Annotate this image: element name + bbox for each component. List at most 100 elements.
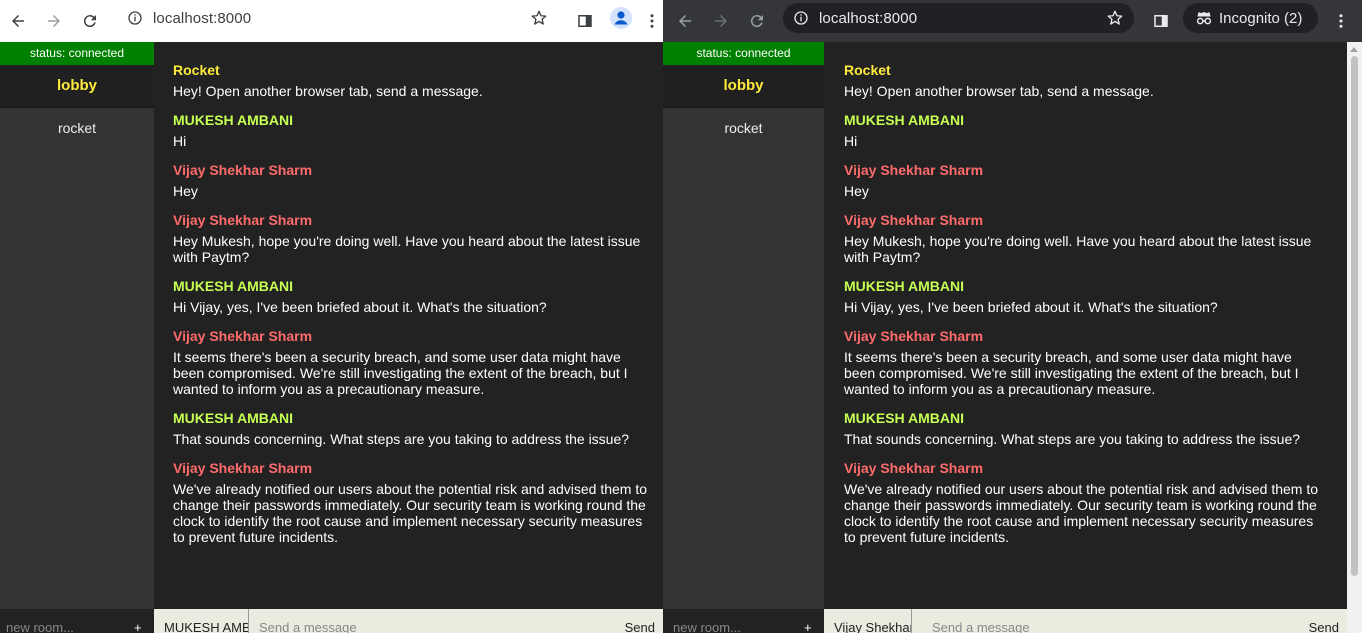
message-item: MUKESH AMBANI Hi Vijay, yes, I've been br… — [844, 278, 1347, 315]
room-sidebar: status: connected lobby rocket — [0, 42, 154, 633]
username-value: Vijay Shekhar Sharm — [834, 620, 912, 633]
message-item: Vijay Shekhar Sharm We've already notifie… — [173, 460, 663, 545]
message-sender: Rocket — [173, 62, 220, 78]
message-text: Hey — [173, 183, 198, 199]
browser-toolbar: localhost:8000 Incognito (2) — [663, 0, 1362, 42]
url-text: localhost:8000 — [819, 10, 918, 27]
side-panel-icon[interactable] — [571, 7, 599, 35]
message-sender: Vijay Shekhar Sharm — [844, 162, 984, 178]
composer-bar: new room... + MUKESH AMBANI Send a messa… — [0, 609, 663, 633]
browser-window-right: localhost:8000 Incognito (2) status: con… — [663, 0, 1362, 633]
message-item: Vijay Shekhar Sharm It seems there's been… — [844, 328, 1347, 397]
message-sender: Vijay Shekhar Sharm — [844, 212, 984, 228]
room-item-rocket[interactable]: rocket — [663, 108, 824, 148]
message-item: MUKESH AMBANI That sounds concerning. Wha… — [844, 410, 1347, 447]
message-item: Vijay Shekhar Sharm Hey — [173, 162, 663, 199]
vertical-scrollbar[interactable] — [1347, 42, 1362, 633]
message-text: We've already notified our users about t… — [844, 481, 1319, 545]
message-text: Hey Mukesh, hope you're doing well. Have… — [173, 233, 641, 265]
message-item: MUKESH AMBANI Hi — [173, 112, 663, 149]
kebab-menu-icon[interactable] — [642, 7, 662, 35]
message-text: Hi Vijay, yes, I've been briefed about i… — [173, 299, 547, 315]
message-placeholder: Send a message — [259, 620, 357, 633]
message-list: Rocket Hey! Open another browser tab, sen… — [154, 42, 663, 633]
add-room-button[interactable]: + — [134, 620, 142, 633]
message-item: Vijay Shekhar Sharm We've already notifie… — [844, 460, 1347, 545]
address-bar[interactable]: localhost:8000 — [117, 3, 558, 33]
star-icon[interactable] — [1106, 9, 1124, 27]
message-sender: Vijay Shekhar Sharm — [173, 162, 313, 178]
room-item-lobby[interactable]: lobby — [663, 65, 824, 108]
message-item: Rocket Hey! Open another browser tab, sen… — [173, 62, 663, 99]
message-item: MUKESH AMBANI Hi Vijay, yes, I've been br… — [173, 278, 663, 315]
message-sender: MUKESH AMBANI — [844, 112, 965, 128]
incognito-indicator[interactable]: Incognito (2) — [1183, 3, 1318, 33]
message-text: We've already notified our users about t… — [173, 481, 648, 545]
message-item: MUKESH AMBANI That sounds concerning. Wha… — [173, 410, 663, 447]
back-arrow-icon[interactable] — [4, 7, 32, 35]
message-item: Vijay Shekhar Sharm Hey Mukesh, hope you'… — [173, 212, 663, 265]
message-text: Hey! Open another browser tab, send a me… — [173, 83, 483, 99]
reload-icon[interactable] — [76, 7, 104, 35]
message-input[interactable]: Send a message Send — [922, 609, 1347, 633]
side-panel-icon[interactable] — [1147, 7, 1175, 35]
new-room-field[interactable]: new room... + — [663, 609, 824, 633]
reload-icon[interactable] — [743, 7, 771, 35]
room-item-rocket[interactable]: rocket — [0, 108, 154, 148]
scroll-up-arrow[interactable] — [1350, 47, 1358, 52]
address-bar[interactable]: localhost:8000 — [783, 3, 1134, 33]
room-item-lobby[interactable]: lobby — [0, 65, 154, 108]
message-item: Vijay Shekhar Sharm It seems there's been… — [173, 328, 663, 397]
username-field[interactable]: Vijay Shekhar Sharm — [824, 609, 912, 633]
username-field[interactable]: MUKESH AMBANI — [154, 609, 249, 633]
browser-window-left: localhost:8000 status: connected lobby r… — [0, 0, 663, 633]
back-arrow-icon[interactable] — [671, 7, 699, 35]
profile-icon[interactable] — [607, 4, 635, 32]
message-text: That sounds concerning. What steps are y… — [173, 431, 630, 447]
scrollbar-thumb[interactable] — [1351, 56, 1358, 576]
message-text: Hey — [844, 183, 869, 199]
message-text: It seems there's been a security breach,… — [173, 349, 628, 397]
message-text: Hey! Open another browser tab, send a me… — [844, 83, 1154, 99]
new-room-placeholder: new room... — [6, 620, 74, 633]
message-sender: Vijay Shekhar Sharm — [173, 328, 313, 344]
add-room-button[interactable]: + — [804, 620, 812, 633]
chat-app: status: connected lobby rocket Rocket Hey… — [0, 42, 663, 633]
message-sender: MUKESH AMBANI — [844, 278, 965, 294]
message-text: Hi Vijay, yes, I've been briefed about i… — [844, 299, 1218, 315]
info-icon[interactable] — [793, 10, 809, 26]
message-sender: Vijay Shekhar Sharm — [844, 460, 984, 476]
connection-status: status: connected — [0, 42, 154, 65]
message-sender: Vijay Shekhar Sharm — [173, 212, 313, 228]
message-sender: MUKESH AMBANI — [173, 112, 294, 128]
star-icon[interactable] — [530, 9, 548, 27]
message-sender: MUKESH AMBANI — [173, 410, 294, 426]
send-button[interactable]: Send — [625, 620, 655, 633]
send-button[interactable]: Send — [1309, 620, 1339, 633]
incognito-icon — [1196, 12, 1212, 25]
message-text: Hi — [844, 133, 858, 149]
new-room-field[interactable]: new room... + — [0, 609, 154, 633]
message-item: Vijay Shekhar Sharm Hey — [844, 162, 1347, 199]
username-value: MUKESH AMBANI — [164, 620, 249, 633]
browser-toolbar: localhost:8000 — [0, 0, 663, 42]
message-text: It seems there's been a security breach,… — [844, 349, 1299, 397]
message-sender: Vijay Shekhar Sharm — [844, 328, 984, 344]
room-sidebar: status: connected lobby rocket — [663, 42, 824, 633]
incognito-label: Incognito (2) — [1219, 10, 1303, 27]
chat-app: status: connected lobby rocket Rocket Hey… — [663, 42, 1347, 633]
message-item: MUKESH AMBANI Hi — [844, 112, 1347, 149]
message-sender: MUKESH AMBANI — [173, 278, 294, 294]
message-sender: MUKESH AMBANI — [844, 410, 965, 426]
message-input[interactable]: Send a message Send — [249, 609, 663, 633]
forward-arrow-icon[interactable] — [707, 7, 735, 35]
kebab-menu-icon[interactable] — [1331, 7, 1351, 35]
message-text: Hey Mukesh, hope you're doing well. Have… — [844, 233, 1312, 265]
message-text: That sounds concerning. What steps are y… — [844, 431, 1301, 447]
message-item: Rocket Hey! Open another browser tab, sen… — [844, 62, 1347, 99]
message-item: Vijay Shekhar Sharm Hey Mukesh, hope you'… — [844, 212, 1347, 265]
info-icon[interactable] — [127, 10, 143, 26]
message-text: Hi — [173, 133, 187, 149]
forward-arrow-icon[interactable] — [40, 7, 68, 35]
message-sender: Rocket — [844, 62, 891, 78]
